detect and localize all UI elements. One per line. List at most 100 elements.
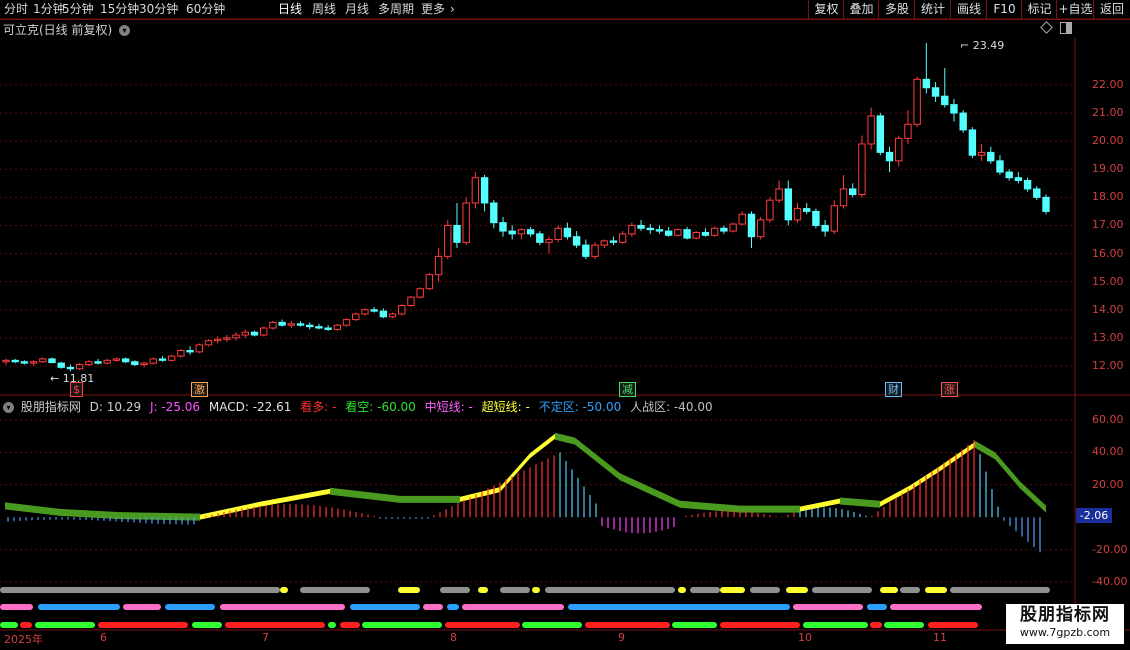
candle-body	[812, 210, 820, 226]
indicator-kanduo: 看多: -	[300, 400, 337, 414]
candle-body	[895, 137, 903, 162]
wave-band-segment	[120, 512, 200, 521]
candle-body	[434, 255, 443, 276]
candle-body	[213, 338, 222, 342]
price-axis-label: 13.00	[1092, 330, 1124, 344]
candle-body	[987, 151, 995, 162]
toolbar-button-0[interactable]: 复权	[808, 0, 844, 19]
wave-band-segment	[800, 498, 840, 512]
tab-period-9[interactable]: 多周期	[378, 1, 414, 17]
status-strip-3	[328, 622, 336, 628]
chevron-down-icon[interactable]: ▾	[3, 402, 14, 413]
wave-band-segment	[555, 432, 575, 445]
candle-body	[39, 358, 47, 363]
signal-marker-2[interactable]: 减	[619, 382, 636, 397]
indicator-axis-label: 20.00	[1092, 477, 1124, 491]
chart-title: 可立克(日线 前复权)	[3, 23, 113, 37]
indicator-macd: MACD: -22.61	[208, 400, 292, 414]
candle-body	[664, 230, 673, 236]
tab-period-8[interactable]: 月线	[345, 1, 369, 17]
tab-period-1[interactable]: 1分钟	[33, 1, 65, 17]
tab-period-2[interactable]: 5分钟	[62, 1, 94, 17]
candle-body	[278, 321, 286, 326]
chevron-down-icon[interactable]: ▾	[119, 25, 131, 36]
tab-period-10[interactable]: 更多	[421, 1, 445, 17]
tab-period-0[interactable]: 分时	[4, 1, 28, 17]
status-strip-1	[280, 587, 288, 593]
indicator-header: ▾ 股朋指标网 D: 10.29 J: -25.06 MACD: -22.61 …	[3, 398, 718, 415]
wave-band-segment	[680, 500, 740, 513]
wave-band-segment	[910, 466, 940, 491]
status-strip-1	[478, 587, 488, 593]
wave-band-segment	[940, 441, 975, 472]
candle-body	[223, 337, 231, 340]
candle-body	[444, 224, 452, 257]
date-axis-label: 7	[262, 631, 269, 644]
candle-body	[232, 334, 240, 339]
candle-body	[342, 319, 351, 326]
status-strip-1	[500, 587, 530, 593]
candle-body	[968, 129, 977, 156]
candle-body	[158, 358, 167, 361]
candle-body	[471, 177, 480, 204]
candle-body	[361, 309, 369, 315]
candle-body	[756, 219, 765, 238]
candle-body	[352, 313, 360, 321]
toolbar-button-3[interactable]: 统计	[914, 0, 951, 19]
tab-period-5[interactable]: 60分钟	[186, 1, 225, 17]
tab-period-3[interactable]: 15分钟	[100, 1, 139, 17]
wave-band-segment	[840, 497, 880, 508]
candle-body	[195, 344, 203, 353]
candle-body	[490, 202, 498, 224]
candle-body	[830, 205, 839, 232]
candle-body	[839, 188, 848, 207]
date-axis-label: 6	[100, 631, 107, 644]
signal-marker-0[interactable]: $	[70, 382, 83, 397]
candle-body	[324, 327, 332, 330]
indicator-buding: 不定区: -50.00	[538, 400, 622, 414]
toolbar-button-7[interactable]: +自选	[1056, 0, 1094, 19]
chevron-right-icon[interactable]: ›	[450, 1, 455, 17]
candle-body	[333, 324, 342, 330]
wave-band-segment	[460, 487, 500, 502]
candle-body	[398, 305, 406, 315]
candle-body	[20, 361, 29, 364]
stock-chart[interactable]	[0, 0, 1130, 650]
toolbar-button-4[interactable]: 画线	[950, 0, 987, 19]
toolbar-button-5[interactable]: F10	[986, 0, 1022, 19]
price-axis-label: 16.00	[1092, 246, 1124, 260]
status-strip-3	[445, 622, 520, 628]
candle-body	[1014, 177, 1023, 181]
candle-body	[1005, 171, 1013, 179]
candle-body	[121, 358, 130, 363]
candle-body	[563, 227, 572, 238]
window-toggle-icon[interactable]	[1060, 22, 1072, 34]
toolbar-button-2[interactable]: 多股	[878, 0, 915, 19]
candle-body	[931, 87, 940, 97]
price-axis-label: 14.00	[1092, 302, 1124, 316]
tab-period-4[interactable]: 30分钟	[139, 1, 178, 17]
tab-period-6[interactable]: 日线	[278, 1, 302, 17]
indicator-j: J: -25.06	[149, 400, 201, 414]
period-toolbar: 分时 1分钟 5分钟 15分钟 30分钟 60分钟 日线 周线 月线 多周期 更多 › 复权 叠加 多股 统计…	[0, 0, 1130, 20]
candle-body	[177, 349, 185, 357]
signal-marker-3[interactable]: 财	[885, 382, 902, 397]
status-strip-3	[803, 622, 868, 628]
toolbar-button-1[interactable]: 叠加	[843, 0, 879, 19]
indicator-name: 股朋指标网	[20, 400, 81, 414]
status-strip-1	[690, 587, 720, 593]
status-strip-1	[678, 587, 686, 593]
candle-body	[821, 224, 829, 232]
diamond-icon[interactable]	[1040, 21, 1053, 34]
candle-body	[803, 208, 811, 212]
signal-marker-1[interactable]: 激	[191, 382, 208, 397]
toolbar-button-6[interactable]: 标记	[1021, 0, 1057, 19]
price-axis-label: 20.00	[1092, 134, 1124, 148]
signal-marker-4[interactable]: 涨	[941, 382, 958, 397]
status-strip-2	[447, 604, 459, 610]
watermark: 股朋指标网 www.7gpzb.com	[1006, 604, 1124, 644]
tab-period-7[interactable]: 周线	[312, 1, 336, 17]
toolbar-button-8[interactable]: 返回	[1093, 0, 1130, 19]
candle-body	[582, 244, 590, 257]
candle-body	[462, 202, 470, 243]
